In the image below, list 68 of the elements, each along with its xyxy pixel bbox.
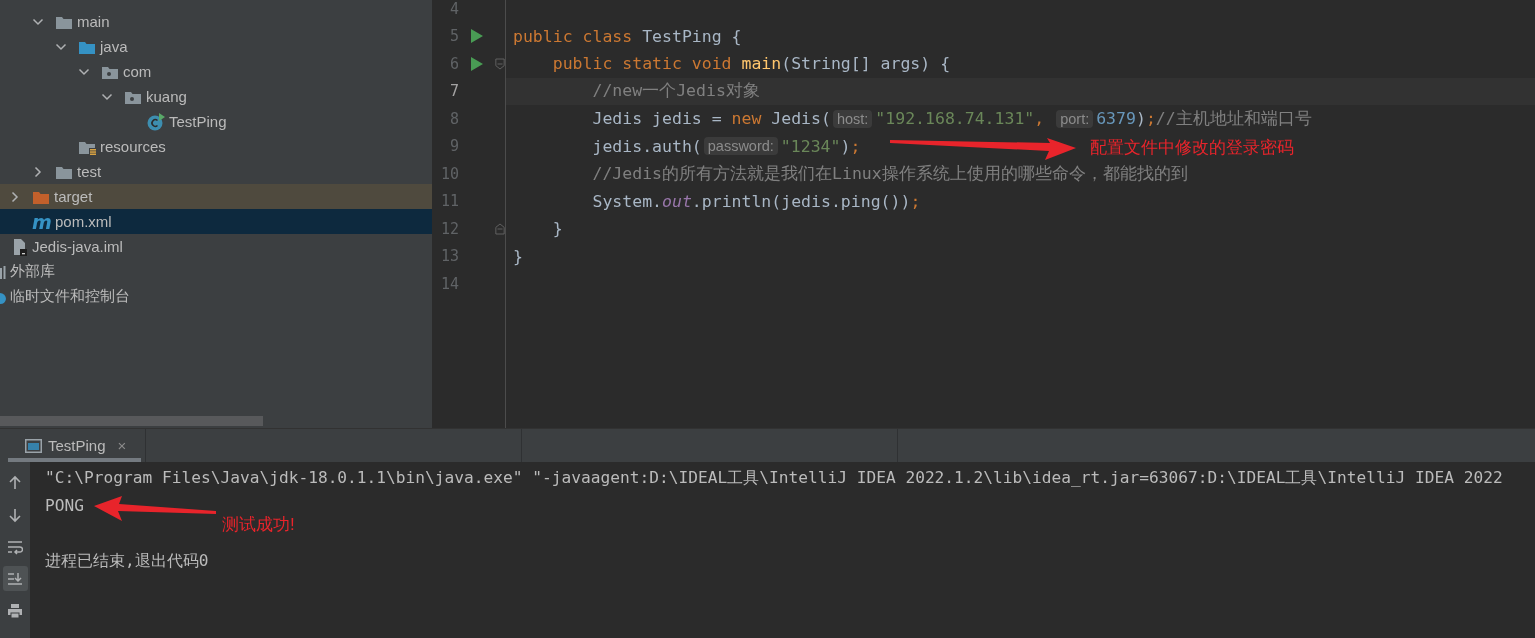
line-number: 7 — [448, 82, 459, 101]
tree-row[interactable]: kuang — [0, 84, 432, 109]
tree-row[interactable]: target — [0, 184, 432, 209]
tree-row[interactable]: test — [0, 159, 432, 184]
inlay-hint: host: — [832, 109, 873, 128]
tree-row[interactable]: 外部库 — [0, 259, 432, 284]
code-text: public static void main(String[] args) { — [551, 54, 951, 74]
tree-row[interactable]: 临时文件和控制台 — [0, 284, 432, 309]
line-number: 9 — [448, 137, 459, 156]
line-number: 13 — [439, 247, 459, 266]
horizontal-scrollbar[interactable] — [0, 416, 263, 426]
code-text: "192.168.74.131", — [875, 109, 1046, 129]
code-text: Jedis jedis = new Jedis( — [591, 109, 831, 129]
run-icon[interactable] — [471, 29, 483, 44]
tree-label: TestPing — [169, 113, 227, 130]
code-text: } — [551, 219, 563, 239]
tree-label: resources — [100, 138, 166, 155]
tree-row[interactable]: java — [0, 34, 432, 59]
tree-label: target — [54, 188, 93, 205]
tree-row[interactable]: m pom.xml — [0, 209, 432, 234]
line-number: 6 — [448, 54, 459, 73]
tree-label: com — [123, 63, 152, 80]
tree-row[interactable]: resources — [0, 134, 432, 159]
code-text: 6379);//主机地址和端口号 — [1096, 107, 1312, 130]
tree-label: pom.xml — [55, 213, 112, 230]
line-number: 12 — [439, 219, 459, 238]
tree-label: main — [77, 13, 110, 30]
line-number: 14 — [439, 274, 459, 293]
class-icon — [147, 112, 165, 131]
line-number: 8 — [448, 109, 459, 128]
code-text: //Jedis的所有方法就是我们在Linux操作系统上使用的哪些命令，都能找的到 — [591, 162, 1188, 185]
tree-label: java — [100, 38, 128, 55]
annotation-text: 配置文件中修改的登录密码 — [1090, 137, 1294, 159]
tree-row[interactable]: main — [0, 9, 432, 34]
line-number: 10 — [439, 164, 459, 183]
line-number: 4 — [448, 0, 459, 18]
close-icon[interactable]: × — [117, 437, 127, 454]
code-text: "1234"); — [780, 136, 861, 156]
console-line: "C:\Program Files\Java\jdk-18.0.1.1\bin\java.exe" "-javaagent:D:\IDEAL工具\IntelliJ IDEA 2022.1.2\lib\idea_rt.jar=63067:D:\IDEAL工具\IntelliJ IDEA 2022 — [45, 467, 1503, 489]
code-text: //new一个Jedis对象 — [591, 80, 760, 103]
chevron-right-icon[interactable] — [32, 165, 44, 178]
line-number: 11 — [439, 192, 459, 211]
tree-row[interactable]: com — [0, 59, 432, 84]
scroll-to-end-icon[interactable] — [2, 566, 28, 591]
tree-label: 临时文件和控制台 — [10, 287, 130, 306]
tree-label: Jedis-java.iml — [32, 238, 123, 255]
run-tab[interactable]: TestPing × — [8, 429, 141, 462]
library-icon — [0, 264, 6, 279]
tree-label: test — [77, 163, 102, 180]
console-icon — [25, 438, 42, 453]
run-icon[interactable] — [471, 56, 483, 71]
code-text: public class TestPing { — [513, 26, 742, 46]
module-file-icon — [12, 237, 28, 256]
code-text: jedis.auth( — [591, 136, 702, 156]
tree-row[interactable]: Jedis-java.iml — [0, 234, 432, 259]
inlay-hint: port: — [1056, 109, 1094, 128]
code-text: System.out.println(jedis.ping()); — [591, 191, 921, 211]
line-number: 5 — [448, 27, 459, 46]
code-text: } — [513, 246, 523, 266]
maven-icon: m — [32, 212, 50, 231]
inlay-hint: password: — [703, 137, 778, 156]
tree-label: kuang — [146, 88, 187, 105]
chevron-right-icon[interactable] — [9, 190, 21, 203]
tree-label: 外部库 — [10, 262, 55, 281]
tree-row[interactable]: TestPing — [0, 109, 432, 134]
console-line: 进程已结束,退出代码0 — [45, 549, 209, 572]
annotation-text: 测试成功! — [222, 514, 295, 536]
console-line: PONG — [45, 494, 84, 517]
